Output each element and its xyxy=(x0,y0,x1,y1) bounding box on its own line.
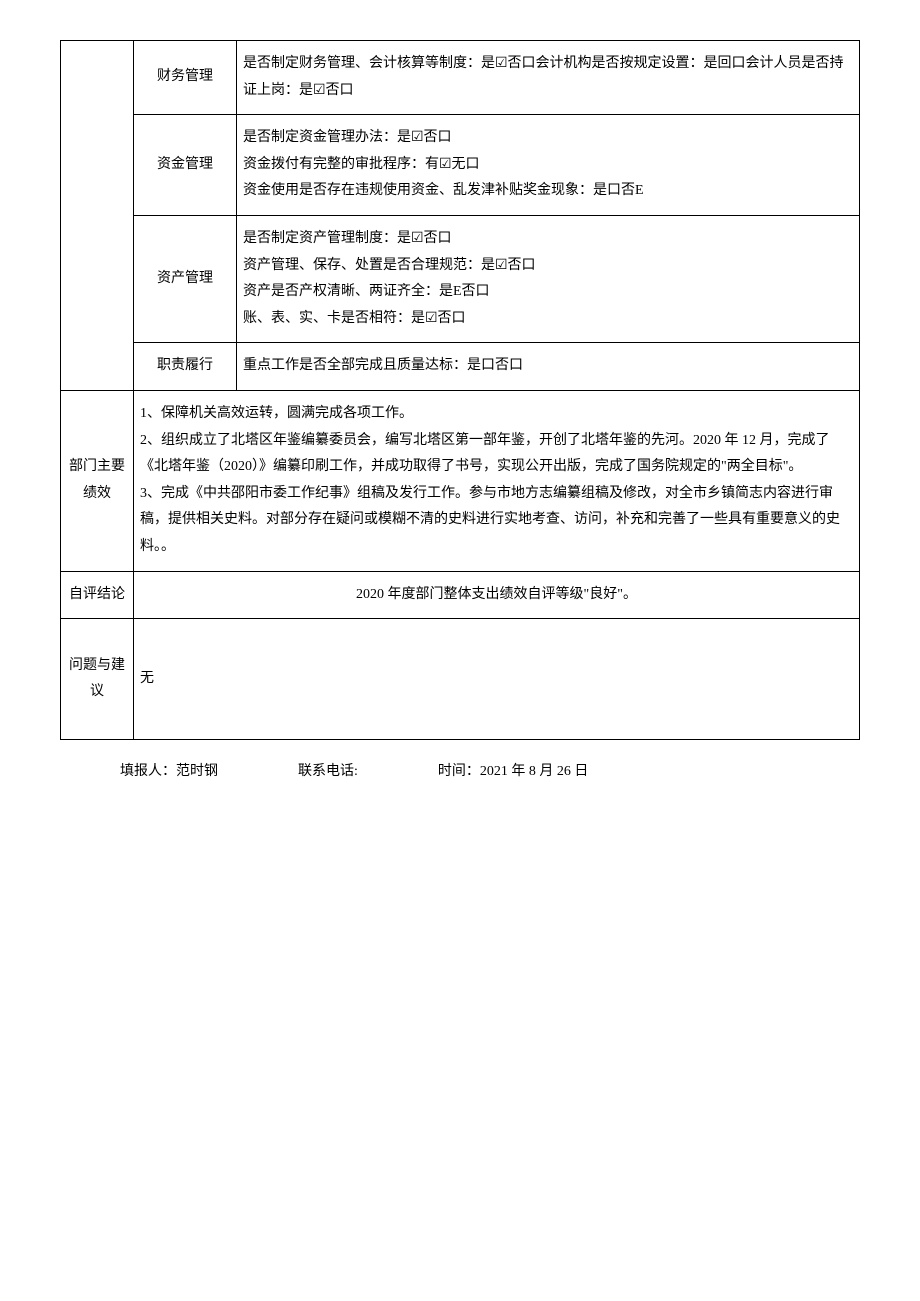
table-row: 财务管理 是否制定财务管理、会计核算等制度：是☑否口会计机构是否按规定设置：是回… xyxy=(61,41,860,115)
time-field: 时间：2021 年 8 月 26 日 xyxy=(438,760,589,780)
content-text: 是否制定资金管理办法：是☑否口 资金拨付有完整的审批程序：有☑无口 资金使用是否… xyxy=(243,130,644,198)
table-row: 部门主要绩效 1、保障机关高效运转，圆满完成各项工作。 2、组织成立了北塔区年鉴… xyxy=(61,390,860,571)
table-row: 职责履行 重点工作是否全部完成且质量达标：是口否口 xyxy=(61,343,860,391)
row-label: 财务管理 xyxy=(134,41,237,115)
row-label: 资产管理 xyxy=(134,215,237,342)
content-text: 是否制定资产管理制度：是☑否口 资产管理、保存、处置是否合理规范：是☑否口 资产… xyxy=(243,231,536,326)
phone-label: 联系电话: xyxy=(298,764,358,779)
time-label: 时间： xyxy=(438,764,480,779)
group-col xyxy=(61,41,134,391)
row-content: 重点工作是否全部完成且质量达标：是口否口 xyxy=(237,343,860,391)
reporter-label: 填报人： xyxy=(120,764,176,779)
table-row: 资金管理 是否制定资金管理办法：是☑否口 资金拨付有完整的审批程序：有☑无口 资… xyxy=(61,115,860,216)
content-text: 是否制定财务管理、会计核算等制度：是☑否口会计机构是否按规定设置：是回口会计人员… xyxy=(243,56,844,98)
content-text: 1、保障机关高效运转，圆满完成各项工作。 2、组织成立了北塔区年鉴编纂委员会，编… xyxy=(140,406,840,554)
table-row: 自评结论 2020 年度部门整体支出绩效自评等级"良好"。 xyxy=(61,571,860,619)
row-label: 资金管理 xyxy=(134,115,237,216)
section-content: 无 xyxy=(134,619,860,740)
section-label: 问题与建议 xyxy=(61,619,134,740)
reporter-value: 范时钢 xyxy=(176,764,218,779)
content-text: 重点工作是否全部完成且质量达标：是口否口 xyxy=(243,358,523,373)
row-content: 是否制定资产管理制度：是☑否口 资产管理、保存、处置是否合理规范：是☑否口 资产… xyxy=(237,215,860,342)
content-text: 2020 年度部门整体支出绩效自评等级"良好"。 xyxy=(356,587,637,602)
content-text: 无 xyxy=(140,671,154,686)
main-table: 财务管理 是否制定财务管理、会计核算等制度：是☑否口会计机构是否按规定设置：是回… xyxy=(60,40,860,740)
row-content: 是否制定财务管理、会计核算等制度：是☑否口会计机构是否按规定设置：是回口会计人员… xyxy=(237,41,860,115)
row-label: 职责履行 xyxy=(134,343,237,391)
footer: 填报人：范时钢 联系电话: 时间：2021 年 8 月 26 日 xyxy=(60,760,860,780)
table-row: 问题与建议 无 xyxy=(61,619,860,740)
reporter-field: 填报人：范时钢 xyxy=(120,760,218,780)
phone-field: 联系电话: xyxy=(298,760,358,780)
section-content: 1、保障机关高效运转，圆满完成各项工作。 2、组织成立了北塔区年鉴编纂委员会，编… xyxy=(134,390,860,571)
section-label: 部门主要绩效 xyxy=(61,390,134,571)
time-value: 2021 年 8 月 26 日 xyxy=(480,764,589,779)
table-row: 资产管理 是否制定资产管理制度：是☑否口 资产管理、保存、处置是否合理规范：是☑… xyxy=(61,215,860,342)
section-label: 自评结论 xyxy=(61,571,134,619)
row-content: 是否制定资金管理办法：是☑否口 资金拨付有完整的审批程序：有☑无口 资金使用是否… xyxy=(237,115,860,216)
section-content: 2020 年度部门整体支出绩效自评等级"良好"。 xyxy=(134,571,860,619)
